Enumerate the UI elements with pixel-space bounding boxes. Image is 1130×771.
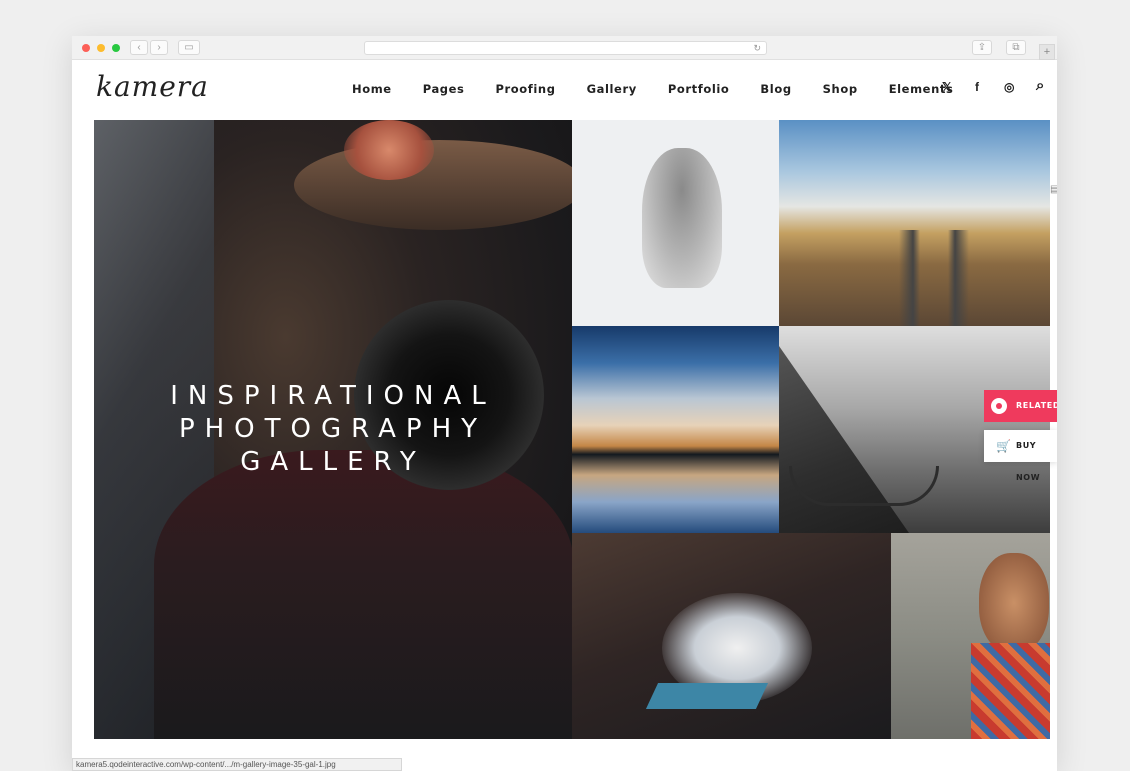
- hero-title: INSPIRATIONAL PHOTOGRAPHY GALLERY: [94, 380, 572, 479]
- reload-icon[interactable]: ↻: [753, 42, 761, 54]
- nav-gallery[interactable]: Gallery: [587, 82, 637, 96]
- back-icon[interactable]: ‹: [130, 40, 148, 55]
- tabs-icon[interactable]: ⧉: [1006, 40, 1026, 55]
- site-logo[interactable]: kamera: [96, 70, 209, 103]
- gallery-grid: INSPIRATIONAL PHOTOGRAPHY GALLERY: [94, 120, 1050, 739]
- minimize-window-button[interactable]: [97, 44, 105, 52]
- related-label: RELATED: [1016, 401, 1057, 410]
- scarf-shape: [971, 643, 1050, 739]
- related-widget[interactable]: RELATED: [984, 390, 1057, 422]
- nav-pages[interactable]: Pages: [423, 82, 465, 96]
- gallery-item-lake-sunset[interactable]: [572, 326, 779, 533]
- search-icon[interactable]: ⌕: [1036, 77, 1044, 94]
- hero-title-line-1: INSPIRATIONAL: [170, 381, 496, 411]
- deck-railing: [789, 466, 939, 506]
- hero-title-line-3: GALLERY: [240, 447, 426, 477]
- nav-home[interactable]: Home: [352, 82, 392, 96]
- hero-title-line-2: PHOTOGRAPHY: [178, 414, 488, 444]
- jacket-shape: [154, 450, 572, 739]
- cart-icon: 🛒: [996, 439, 1012, 453]
- buy-now-widget[interactable]: 🛒 BUY NOW: [984, 430, 1057, 482]
- mat-shape: [645, 683, 769, 709]
- share-icon[interactable]: ⇪: [972, 40, 992, 55]
- browser-toolbar: ‹ › ▭ ↻ ⇪ ⧉ +: [72, 36, 1057, 60]
- railway-tracks: [899, 230, 969, 326]
- face-shape: [979, 553, 1049, 653]
- buy-now-label: BUY NOW: [1016, 441, 1041, 482]
- site-header: kamera Home Pages Proofing Gallery Portf…: [72, 60, 1057, 120]
- gallery-item-photographer[interactable]: INSPIRATIONAL PHOTOGRAPHY GALLERY: [94, 120, 572, 739]
- forward-icon[interactable]: ›: [150, 40, 168, 55]
- gallery-item-ballerina[interactable]: [572, 533, 891, 739]
- nav-portfolio[interactable]: Portfolio: [668, 82, 730, 96]
- nav-shop[interactable]: Shop: [823, 82, 858, 96]
- new-tab-button[interactable]: +: [1039, 44, 1055, 60]
- nav-proofing[interactable]: Proofing: [495, 82, 555, 96]
- hat-flower: [344, 120, 434, 180]
- related-icon: [991, 398, 1007, 414]
- address-bar[interactable]: ↻: [364, 41, 767, 55]
- status-bar-url: kamera5.qodeinteractive.com/wp-content/.…: [72, 758, 402, 771]
- close-window-button[interactable]: [82, 44, 90, 52]
- silhouette-shape: [642, 148, 722, 288]
- gallery-item-child-portrait[interactable]: [891, 533, 1050, 739]
- twitter-icon[interactable]: 𝕏: [942, 80, 952, 94]
- browser-window: ‹ › ▭ ↻ ⇪ ⧉ + kamera Home Pages Proofing…: [72, 36, 1057, 771]
- nav-blog[interactable]: Blog: [760, 82, 791, 96]
- gallery-item-woman-silhouette[interactable]: [572, 120, 779, 326]
- facebook-icon[interactable]: f: [975, 80, 979, 94]
- gallery-item-railway[interactable]: [779, 120, 1050, 326]
- instagram-icon[interactable]: ◎: [1004, 80, 1014, 94]
- calendar-icon[interactable]: ▤: [1050, 184, 1057, 195]
- sidebar-toggle-icon[interactable]: ▭: [178, 40, 200, 55]
- main-nav: Home Pages Proofing Gallery Portfolio Bl…: [352, 82, 984, 96]
- maximize-window-button[interactable]: [112, 44, 120, 52]
